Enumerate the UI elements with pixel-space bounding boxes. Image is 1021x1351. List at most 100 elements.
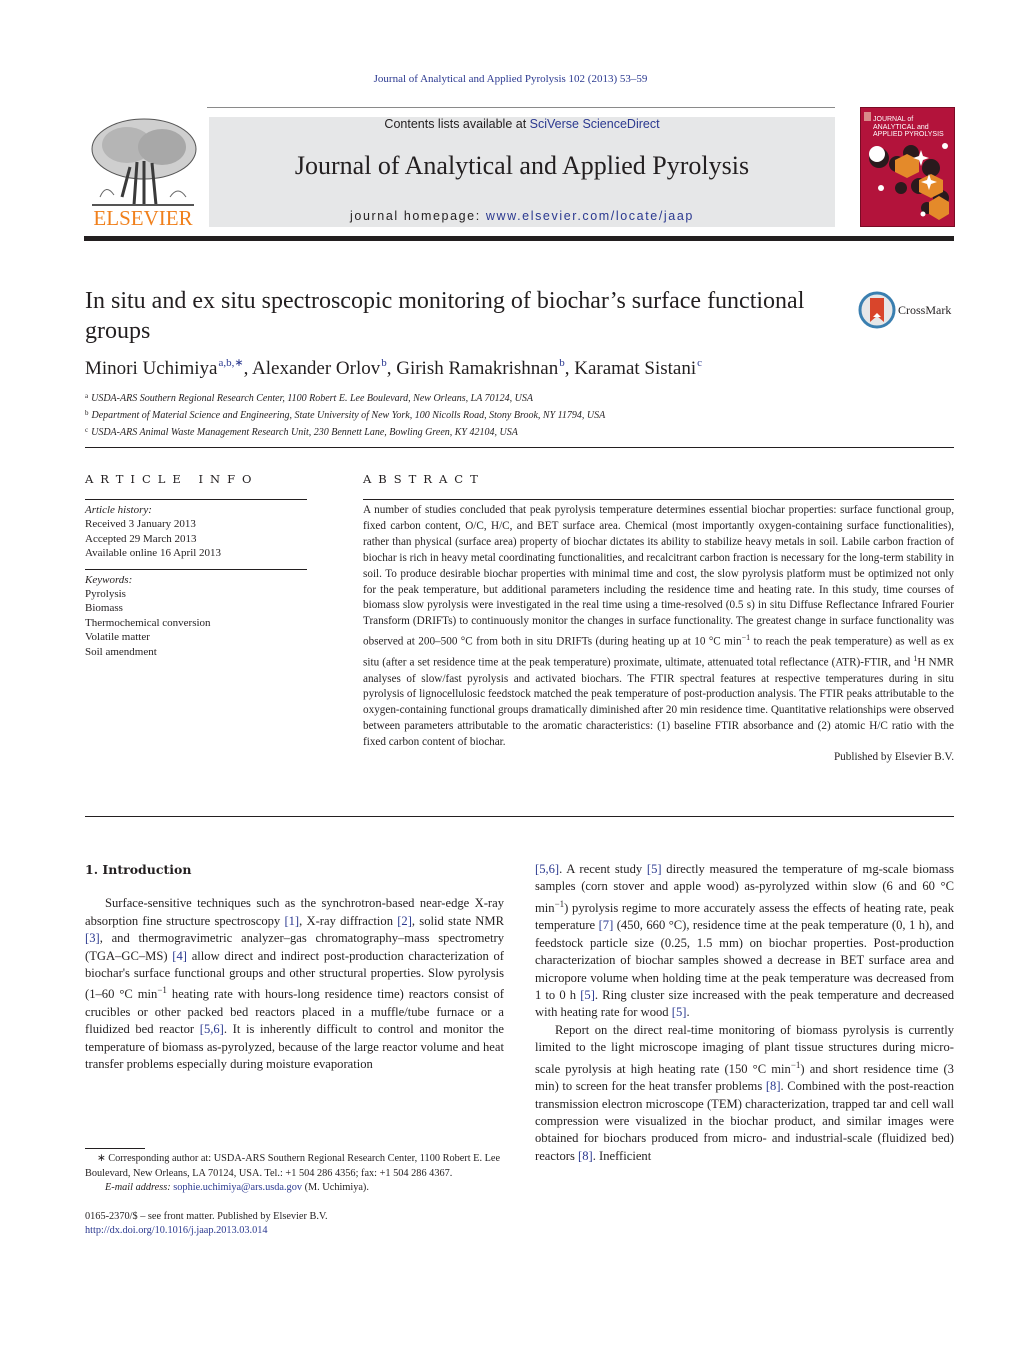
citation-link[interactable]: [5,6]: [200, 1022, 224, 1036]
journal-masthead: Contents lists available at SciVerse Sci…: [209, 117, 835, 227]
homepage-prefix: journal homepage:: [350, 209, 486, 223]
keyword-item: Soil amendment: [85, 645, 157, 658]
footnote-rule: [85, 1148, 145, 1149]
affiliation-text: USDA-ARS Southern Regional Research Cent…: [91, 393, 533, 404]
citation-link[interactable]: [2]: [397, 914, 412, 928]
intro-paragraph: Report on the direct real-time monitorin…: [535, 1022, 954, 1165]
author-separator: ,: [386, 358, 397, 379]
citation-link[interactable]: [3]: [85, 931, 100, 945]
history-label: Article history:: [85, 504, 152, 516]
abstract-text-part: H NMR analyses of slow/fast pyrolysis an…: [363, 656, 954, 749]
abstract-text-part: A number of studies concluded that peak …: [363, 504, 954, 648]
affiliation-item: b Department of Material Science and Engi…: [85, 406, 955, 423]
section-heading-introduction: 1. Introduction: [85, 862, 192, 877]
author-name[interactable]: Karamat Sistani: [574, 358, 696, 379]
author-separator: ,: [243, 358, 253, 379]
author-affiliation-marker[interactable]: a,b,∗: [218, 357, 243, 369]
crossmark-badge[interactable]: CrossMark: [858, 291, 958, 329]
corresponding-author-note: ∗ Corresponding author at: USDA-ARS Sout…: [85, 1153, 501, 1179]
article-title: In situ and ex situ spectroscopic monito…: [85, 288, 805, 344]
abstract-text: A number of studies concluded that peak …: [363, 503, 954, 751]
affiliations-divider: [85, 447, 954, 448]
keyword-item: Pyrolysis: [85, 588, 126, 601]
affiliation-text: USDA-ARS Animal Waste Management Researc…: [91, 427, 518, 439]
text-run: . Inefficient: [592, 1148, 652, 1163]
intro-paragraph: Surface-sensitive techniques such as the…: [85, 895, 504, 1073]
article-info-panel: ARTICLE INFO Article history: Received 3…: [85, 472, 307, 659]
header-divider-bar: [84, 236, 954, 241]
crossmark-icon: [858, 291, 896, 329]
intro-paragraph: [5,6]. A recent study [5] directly measu…: [535, 861, 954, 1022]
text-run: .: [686, 1005, 690, 1020]
text-run: , X-ray diffraction: [299, 913, 398, 928]
author-name[interactable]: Girish Ramakrishnan: [396, 358, 558, 379]
issn-line: 0165-2370/$ – see front matter. Publishe…: [85, 1210, 328, 1222]
footnotes: ∗ Corresponding author at: USDA-ARS Sout…: [85, 1152, 510, 1239]
doi-line: http://dx.doi.org/10.1016/j.jaap.2013.03…: [85, 1224, 510, 1239]
abstract-panel: ABSTRACT A number of studies concluded t…: [363, 472, 954, 763]
contents-line: Contents lists available at SciVerse Sci…: [209, 117, 835, 131]
keyword-item: Volatile matter: [85, 631, 150, 644]
citation-link[interactable]: [7]: [599, 918, 614, 932]
text-run: , solid state NMR: [411, 913, 504, 928]
affiliation-mark: b: [85, 409, 89, 418]
elsevier-logo[interactable]: ELSEVIER: [82, 117, 204, 229]
author-affiliation-marker[interactable]: c: [697, 357, 702, 369]
history-received: Received 3 January 2013: [85, 518, 196, 531]
keywords-rule: [85, 568, 307, 570]
affiliations: a USDA-ARS Southern Regional Research Cen…: [85, 389, 955, 441]
citation-link[interactable]: [8]: [766, 1079, 781, 1093]
journal-title: Journal of Analytical and Applied Pyroly…: [294, 151, 750, 180]
email-suffix: (M. Uchimiya).: [302, 1182, 369, 1193]
superscript: −1: [157, 985, 167, 996]
email-note: E-mail address: sophie.uchimiya@ars.usda…: [85, 1181, 510, 1196]
abstract-superscript: −1: [741, 633, 751, 643]
top-rule: [207, 107, 835, 108]
affiliation-mark: c: [85, 426, 89, 435]
contents-prefix: Contents lists available at: [384, 117, 530, 131]
abstract-divider: [85, 816, 954, 817]
email-link[interactable]: sophie.uchimiya@ars.usda.gov: [173, 1182, 302, 1193]
author-name[interactable]: Alexander Orlov: [252, 358, 380, 379]
history-accepted: Accepted 29 March 2013: [85, 532, 197, 545]
affiliation-mark: a: [85, 392, 89, 400]
author-list: Minori Uchimiyaa,b,∗, Alexander Orlovb, …: [85, 356, 702, 380]
abstract-rule: [363, 499, 954, 500]
cover-title-line: ANALYTICAL and: [873, 123, 929, 131]
crossmark-label: CrossMark: [898, 303, 952, 317]
journal-homepage-link[interactable]: www.elsevier.com/locate/jaap: [486, 209, 694, 223]
author-separator: ,: [564, 358, 575, 379]
abstract-heading: ABSTRACT: [363, 472, 485, 486]
article-info-heading: ARTICLE INFO: [85, 472, 259, 486]
running-head[interactable]: Journal of Analytical and Applied Pyroly…: [0, 73, 1021, 85]
affiliation-item: a USDA-ARS Southern Regional Research Cen…: [85, 389, 955, 406]
homepage-line: journal homepage: www.elsevier.com/locat…: [209, 209, 835, 223]
citation-link[interactable]: [5,6]: [535, 862, 559, 876]
cover-title-line: JOURNAL of: [873, 116, 914, 123]
keyword-item: Biomass: [85, 602, 123, 615]
citation-link[interactable]: [4]: [172, 949, 187, 963]
keyword-item: Thermochemical conversion: [85, 616, 211, 629]
sciencedirect-link[interactable]: SciVerse ScienceDirect: [530, 117, 660, 131]
superscript: −1: [790, 1059, 801, 1070]
history-online: Available online 16 April 2013: [85, 547, 222, 560]
elsevier-wordmark: ELSEVIER: [93, 206, 193, 230]
citation-link[interactable]: [1]: [284, 914, 299, 928]
email-label: E-mail address:: [105, 1182, 174, 1193]
body-right-column: [5,6]. A recent study [5] directly measu…: [535, 861, 954, 1165]
published-by: Published by Elsevier B.V.: [833, 751, 954, 764]
citation-link[interactable]: [5]: [672, 1005, 687, 1019]
cover-title: JOURNAL of ANALYTICAL and APPLIED PYROLY…: [873, 116, 944, 139]
cover-title-line: APPLIED PYROLYSIS: [873, 131, 944, 138]
author-name[interactable]: Minori Uchimiya: [85, 358, 217, 379]
text-run: . Ring cluster size increased with the p…: [535, 988, 955, 1020]
affiliation-text: Department of Material Science and Engin…: [91, 410, 606, 422]
citation-link[interactable]: [5]: [647, 862, 662, 876]
journal-cover-thumbnail[interactable]: JOURNAL of ANALYTICAL and APPLIED PYROLY…: [860, 107, 955, 227]
elsevier-tree-icon: [91, 118, 197, 206]
citation-link[interactable]: [8]: [578, 1149, 593, 1163]
superscript: −1: [554, 898, 565, 909]
article-info-rule: [85, 499, 307, 500]
citation-link[interactable]: [5]: [580, 988, 595, 1002]
doi-link[interactable]: http://dx.doi.org/10.1016/j.jaap.2013.03…: [85, 1225, 268, 1236]
